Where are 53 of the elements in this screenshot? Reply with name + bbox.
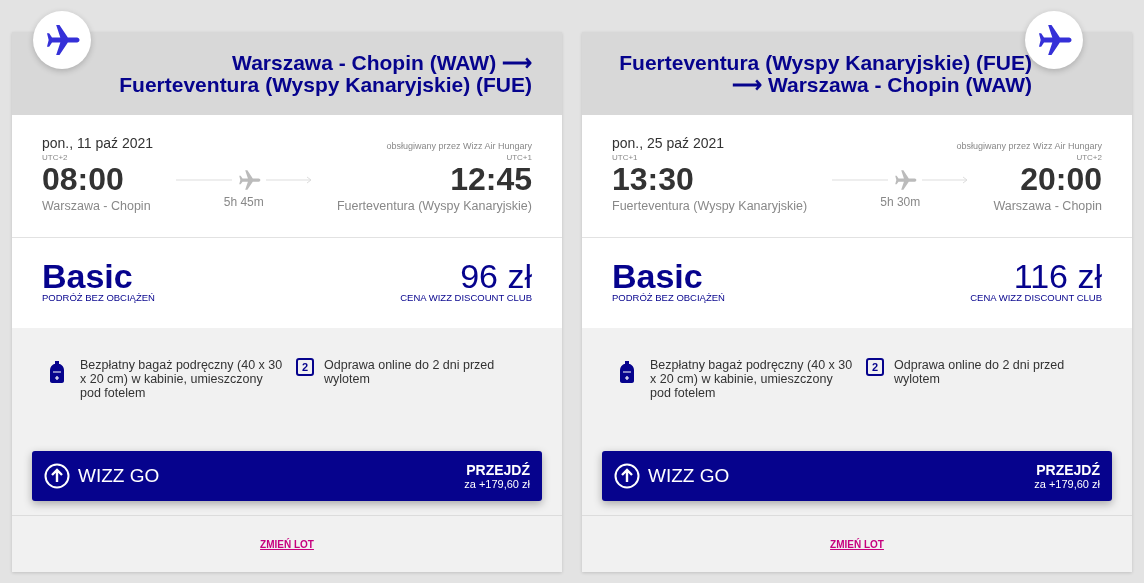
timezone: UTC+2 bbox=[1076, 153, 1102, 162]
plane-icon bbox=[892, 167, 919, 193]
upgrade-action: PRZEJDŹ bbox=[466, 462, 530, 478]
departure-airport: Fuerteventura (Wyspy Kanaryjskie) bbox=[612, 199, 808, 213]
upgrade-label: WIZZ GO bbox=[648, 465, 730, 487]
calendar-icon: 2 bbox=[296, 358, 314, 376]
flight-duration: 5h 30m bbox=[880, 195, 921, 209]
upgrade-button[interactable]: WIZZ GO PRZEJDŹ za +179,60 zł bbox=[32, 451, 542, 501]
fare-name: Basic bbox=[42, 260, 133, 292]
departure-airport: Warszawa - Chopin bbox=[42, 199, 151, 213]
route-title: ⟶ Warszawa - Chopin (WAW) bbox=[732, 73, 1032, 96]
benefit-text: Odprawa online do 2 dni przed wylotem bbox=[894, 358, 1066, 388]
fare-price: 96 zł bbox=[460, 260, 532, 292]
upgrade-button[interactable]: WIZZ GO PRZEJDŹ za +179,60 zł bbox=[602, 451, 1112, 501]
change-flight-link[interactable]: ZMIEŃ LOT bbox=[260, 538, 314, 550]
arrival-airport: Fuerteventura (Wyspy Kanaryjskie) bbox=[336, 199, 532, 213]
arrival-time: 20:00 bbox=[1020, 162, 1102, 196]
benefit-text: Bezpłatny bagaż podręczny (40 x 30 x 20 cm) w kabinie, umieszczony pod fotelem bbox=[80, 358, 284, 402]
timezone: UTC+2 bbox=[42, 153, 69, 162]
departure-time: 08:00 bbox=[42, 162, 125, 196]
route-title: Fuerteventura (Wyspy Kanaryjskie) (FUE) bbox=[119, 73, 532, 96]
fare-subtitle: PODRÓŻ BEZ OBCIĄŻEŃ bbox=[612, 292, 725, 303]
operator-text: obsługiwany przez Wizz Air Hungary bbox=[386, 141, 532, 151]
flight-date: pon., 11 paź 2021 bbox=[42, 135, 154, 151]
upgrade-price: za +179,60 zł bbox=[1034, 478, 1100, 490]
benefit-text: Odprawa online do 2 dni przed wylotem bbox=[324, 358, 496, 388]
departure-time: 13:30 bbox=[612, 162, 695, 196]
backpack-icon bbox=[50, 361, 64, 383]
flight-duration: 5h 45m bbox=[223, 195, 264, 209]
upload-circle-icon bbox=[44, 463, 70, 489]
upgrade-price: za +179,60 zł bbox=[464, 478, 530, 490]
arrival-time: 12:45 bbox=[450, 162, 532, 196]
arrival-airport: Warszawa - Chopin bbox=[993, 199, 1102, 213]
flight-date: pon., 25 paź 2021 bbox=[612, 135, 725, 151]
upgrade-action: PRZEJDŹ bbox=[1036, 462, 1100, 478]
operator-text: obsługiwany przez Wizz Air Hungary bbox=[956, 141, 1102, 151]
arrow-icon bbox=[265, 176, 312, 184]
price-note: CENA WIZZ DISCOUNT CLUB bbox=[970, 292, 1102, 303]
calendar-icon: 2 bbox=[866, 358, 884, 376]
upload-circle-icon bbox=[614, 463, 640, 489]
route-title: Fuerteventura (Wyspy Kanaryjskie) (FUE) bbox=[619, 51, 1032, 74]
backpack-icon bbox=[620, 361, 634, 383]
fare-price: 116 zł bbox=[1013, 260, 1102, 292]
route-title: Warszawa - Chopin (WAW) ⟶ bbox=[232, 51, 532, 74]
arrow-icon bbox=[922, 176, 969, 184]
timezone: UTC+1 bbox=[612, 153, 639, 162]
timezone: UTC+1 bbox=[506, 153, 532, 162]
change-flight-link[interactable]: ZMIEŃ LOT bbox=[830, 538, 884, 550]
fare-subtitle: PODRÓŻ BEZ OBCIĄŻEŃ bbox=[42, 292, 155, 303]
fare-name: Basic bbox=[612, 260, 703, 292]
upgrade-label: WIZZ GO bbox=[78, 465, 160, 487]
price-note: CENA WIZZ DISCOUNT CLUB bbox=[400, 292, 532, 303]
benefit-text: Bezpłatny bagaż podręczny (40 x 30 x 20 cm) w kabinie, umieszczony pod fotelem bbox=[650, 358, 854, 402]
